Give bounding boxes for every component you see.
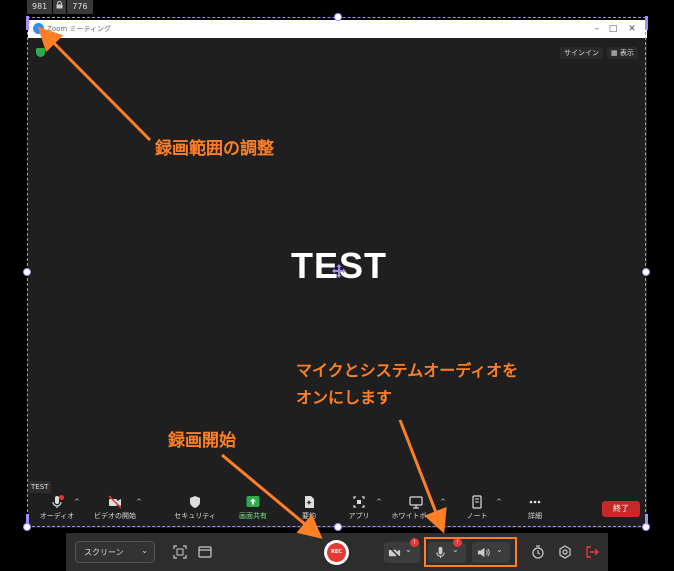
- annotation-start-recording: 録画開始: [168, 431, 236, 451]
- annotation-audio-line1: マイクとシステムオーディオを: [296, 361, 519, 380]
- arrow-to-record: [221, 453, 323, 539]
- annotation-adjust-range: 録画範囲の調整: [155, 139, 274, 159]
- annotation-audio: マイクとシステムオーディオを オンにします: [296, 357, 518, 411]
- arrow-to-audio: [398, 419, 447, 534]
- arrow-to-corner: [37, 26, 152, 142]
- annotation-audio-line2: オンにします: [296, 388, 393, 407]
- annotation-arrows: [37, 26, 447, 539]
